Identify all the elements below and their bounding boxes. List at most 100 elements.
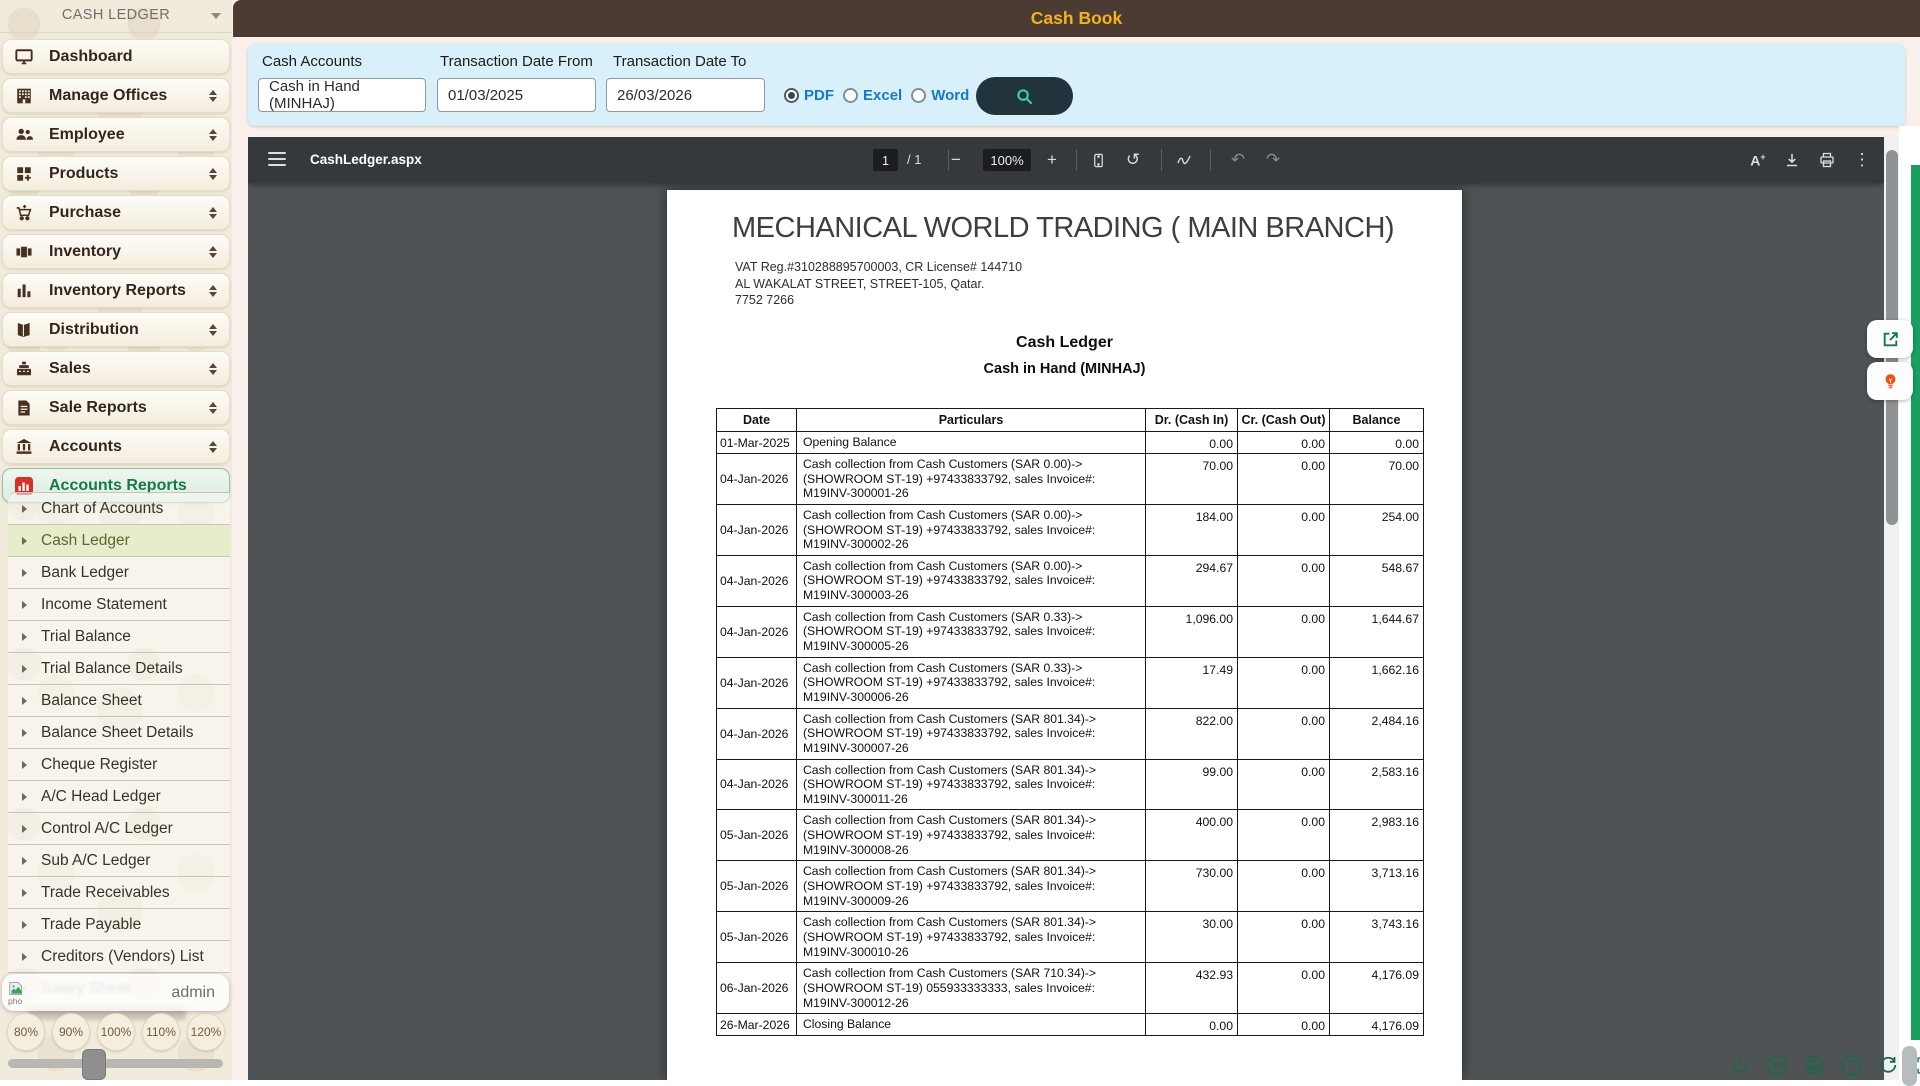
zoom-100-button[interactable]: 100% [97,1013,135,1051]
app-footer-actions: ⇄ ? [1727,1052,1920,1078]
submenu-item-control-a-c-ledger[interactable]: Control A/C Ledger [8,813,230,845]
sidebar-item-dashboard[interactable]: Dashboard [2,39,230,74]
refresh-icon [1878,1055,1898,1075]
transfer-button[interactable]: ⇄ [1764,1052,1790,1078]
ledger-row: 01-Mar-2025Opening Balance0.000.000.00 [717,432,1424,454]
format-option-excel[interactable]: Excel [843,87,902,104]
column-header-balance: Balance [1330,409,1424,432]
page-titlebar: Cash Book [233,0,1920,37]
zoom-in-button[interactable]: + [1038,146,1066,174]
fullscreen-button[interactable] [1912,1052,1920,1078]
zoom-120-button[interactable]: 120% [187,1013,225,1051]
sidebar-item-sale-reports[interactable]: Sale Reports [2,390,230,425]
sidebar-item-inventory-reports[interactable]: Inventory Reports [2,273,230,308]
pen-icon [1176,152,1192,168]
fit-page-button[interactable] [1084,146,1112,174]
vat-line: VAT Reg.#310288895700003, CR License# 14… [735,260,1022,274]
question-icon: ? [1841,1055,1862,1076]
submenu-item-balance-sheet-details[interactable]: Balance Sheet Details [8,717,230,749]
undo-button[interactable]: ↶ [1224,146,1252,174]
sidebar-item-products[interactable]: Products [2,156,230,191]
sidebar-item-sales[interactable]: Sales [2,351,230,386]
submenu-item-label: Trial Balance Details [41,660,183,678]
add-text-icon: A+ [1750,152,1765,169]
submenu-item-trial-balance-details[interactable]: Trial Balance Details [8,653,230,685]
expand-arrows-icon [209,207,217,219]
format-option-pdf[interactable]: PDF [784,87,834,104]
chevron-down-icon [211,13,221,19]
ledger-header-row: DateParticularsDr. (Cash In)Cr. (Cash Ou… [717,409,1424,432]
submenu-item-a-c-head-ledger[interactable]: A/C Head Ledger [8,781,230,813]
zoom-out-button[interactable]: − [942,146,970,174]
quick-print-button[interactable] [1801,1052,1827,1078]
sidebar-item-distribution[interactable]: Distribution [2,312,230,347]
sidebar-title[interactable]: CASH LEDGER [0,0,232,33]
text-annotation-button[interactable]: A+ [1744,146,1772,174]
zoom-110-button[interactable]: 110% [142,1013,180,1051]
radio-icon[interactable] [911,88,926,103]
sidebar-item-employee[interactable]: Employee [2,117,230,152]
submenu-item-cash-ledger[interactable]: Cash Ledger [8,525,230,557]
submenu-item-chart-of-accounts[interactable]: Chart of Accounts [8,492,230,525]
open-in-new-window-button[interactable] [1867,320,1913,358]
print-button[interactable] [1813,146,1841,174]
redo-button[interactable]: ↷ [1259,146,1287,174]
more-options-button[interactable]: ⋮ [1848,146,1876,174]
caret-right-icon [22,793,27,801]
refresh-button[interactable] [1875,1052,1901,1078]
expand-arrows-icon [209,129,217,141]
pdf-scrollbar[interactable] [1884,137,1899,1080]
draw-annotation-button[interactable] [1170,146,1198,174]
submenu-item-sub-a-c-ledger[interactable]: Sub A/C Ledger [8,845,230,877]
submenu-item-label: Trade Receivables [41,884,170,902]
user-row[interactable]: pho admin [2,974,229,1011]
ledger-row: 05-Jan-2026Cash collection from Cash Cus… [717,912,1424,963]
format-label: PDF [804,87,834,104]
date-from-label: Transaction Date From [440,53,593,70]
printer-icon [1804,1055,1824,1075]
submenu-item-income-statement[interactable]: Income Statement [8,589,230,621]
cash-accounts-select[interactable]: Cash in Hand (MINHAJ) [258,78,426,112]
submenu-item-creditors-vendors-list[interactable]: Creditors (Vendors) List [8,941,230,973]
caret-right-icon [22,537,27,545]
monitor-icon [15,47,35,67]
menu-icon[interactable] [268,152,286,170]
help-button[interactable]: ? [1838,1052,1864,1078]
sidebar-item-manage-offices[interactable]: Manage Offices [2,78,230,113]
submenu-item-label: Cheque Register [41,756,157,774]
submenu-item-label: Bank Ledger [41,564,129,582]
search-icon [1016,88,1033,105]
format-option-word[interactable]: Word [911,87,969,104]
submenu-item-trade-receivables[interactable]: Trade Receivables [8,877,230,909]
sidebar-item-label: Inventory [49,243,121,261]
power-icon [1730,1055,1751,1076]
pdf-page: MECHANICAL WORLD TRADING ( MAIN BRANCH) … [667,190,1462,1080]
submenu-item-trade-payable[interactable]: Trade Payable [8,909,230,941]
zoom-80-button[interactable]: 80% [7,1013,45,1051]
slider-thumb[interactable] [82,1049,106,1080]
sidebar-item-accounts[interactable]: Accounts [2,429,230,464]
submenu-item-trial-balance[interactable]: Trial Balance [8,621,230,653]
rotate-button[interactable]: ↺ [1119,146,1147,174]
radio-icon[interactable] [784,88,799,103]
radio-icon[interactable] [843,88,858,103]
submenu-item-cheque-register[interactable]: Cheque Register [8,749,230,781]
zoom-level-input[interactable]: 100% [983,149,1031,171]
hint-button[interactable] [1867,362,1913,400]
sidebar-item-inventory[interactable]: Inventory [2,234,230,269]
submenu-item-balance-sheet[interactable]: Balance Sheet [8,685,230,717]
power-button[interactable] [1727,1052,1753,1078]
sidebar-item-label: Employee [49,126,125,144]
page-number-input[interactable]: 1 [873,149,898,171]
submenu-item-label: Income Statement [41,596,167,614]
submenu-item-bank-ledger[interactable]: Bank Ledger [8,557,230,589]
zoom-90-button[interactable]: 90% [52,1013,90,1051]
date-to-input[interactable]: 26/03/2026 [606,78,765,112]
search-button[interactable] [976,77,1073,115]
sidebar-item-purchase[interactable]: Purchase [2,195,230,230]
ui-zoom-slider[interactable] [8,1059,223,1068]
download-button[interactable] [1778,146,1806,174]
fit-page-icon [1091,153,1106,168]
date-from-input[interactable]: 01/03/2025 [437,78,596,112]
sidebar-item-label: Accounts [49,438,122,456]
